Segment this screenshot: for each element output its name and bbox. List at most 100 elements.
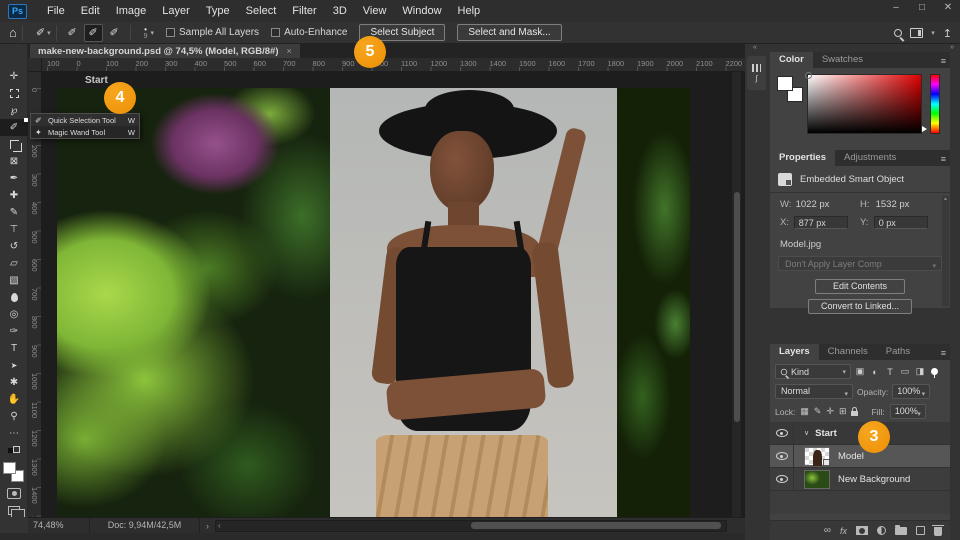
brush-size-picker[interactable]: • 9: [144, 26, 148, 40]
foreground-background-swatches[interactable]: [777, 76, 803, 102]
horizontal-scrollbar-thumb[interactable]: [471, 522, 721, 529]
visibility-toggle[interactable]: [770, 468, 794, 490]
visibility-toggle[interactable]: [770, 445, 794, 467]
lock-transparent-icon[interactable]: ▦: [800, 406, 809, 417]
panel-menu-icon[interactable]: ≡: [941, 348, 945, 358]
menu-3d[interactable]: 3D: [325, 0, 355, 22]
scroll-left-icon[interactable]: ‹: [218, 521, 221, 531]
layer-style-icon[interactable]: fx: [840, 526, 847, 536]
marquee-tool[interactable]: [0, 85, 28, 102]
delete-layer-icon[interactable]: [934, 527, 942, 536]
lock-position-icon[interactable]: ✛: [826, 406, 834, 417]
filter-shape-icon[interactable]: ▭: [899, 366, 911, 377]
collapsed-panel-dock[interactable]: ʃ: [747, 56, 766, 90]
move-tool[interactable]: ✛: [0, 68, 28, 85]
fill-field[interactable]: 100% ▾: [890, 404, 926, 419]
menu-item-magic-wand-tool[interactable]: ✦ Magic Wand Tool W: [31, 126, 139, 138]
opacity-field[interactable]: 100% ▾: [892, 384, 930, 399]
quick-mask-mode[interactable]: [0, 485, 28, 502]
new-layer-icon[interactable]: [916, 526, 925, 535]
dodge-tool[interactable]: ◎: [0, 306, 28, 323]
blend-mode-dropdown[interactable]: Normal ▾: [775, 384, 853, 399]
menu-window[interactable]: Window: [394, 0, 449, 22]
menu-help[interactable]: Help: [450, 0, 489, 22]
tab-properties[interactable]: Properties: [770, 150, 835, 166]
eyedropper-tool[interactable]: ✒: [0, 170, 28, 187]
tab-layers[interactable]: Layers: [770, 344, 819, 360]
horizontal-scrollbar[interactable]: ‹: [215, 520, 727, 532]
clone-stamp-tool[interactable]: ⊤: [0, 221, 28, 238]
canvas-viewport[interactable]: Start: [42, 72, 745, 517]
subtract-selection-mode-button[interactable]: ✐: [105, 24, 124, 42]
x-position-field[interactable]: 877 px: [794, 216, 848, 229]
menu-edit[interactable]: Edit: [73, 0, 108, 22]
layer-comp-dropdown[interactable]: Don't Apply Layer Comp ▾: [778, 256, 942, 271]
filter-pin-icon[interactable]: [931, 368, 938, 375]
share-icon[interactable]: ↥: [943, 27, 952, 40]
select-and-mask-button[interactable]: Select and Mask...: [457, 24, 561, 41]
artboard-label[interactable]: Start: [85, 75, 108, 86]
layer-thumbnail[interactable]: [804, 447, 830, 466]
lock-all-icon[interactable]: [851, 411, 858, 416]
horizontal-ruler[interactable]: 1000100200300400500600700800900100011001…: [42, 58, 745, 72]
sample-all-layers-checkbox[interactable]: Sample All Layers: [166, 27, 259, 38]
menu-type[interactable]: Type: [198, 0, 238, 22]
lock-pixels-icon[interactable]: ✎: [814, 406, 822, 417]
panel-scrollbar[interactable]: [942, 196, 949, 306]
search-icon[interactable]: [894, 29, 902, 37]
home-icon[interactable]: ⌂: [9, 25, 17, 40]
shape-tool[interactable]: ✱: [0, 374, 28, 391]
menu-file[interactable]: File: [39, 0, 73, 22]
menu-layer[interactable]: Layer: [154, 0, 198, 22]
visibility-toggle[interactable]: [770, 422, 794, 444]
minimize-button[interactable]: –: [890, 0, 902, 16]
type-tool[interactable]: T: [0, 340, 28, 357]
adjustment-layer-icon[interactable]: [877, 526, 886, 535]
new-group-icon[interactable]: [895, 527, 907, 535]
document-tab[interactable]: make-new-background.psd @ 74,5% (Model, …: [30, 44, 300, 58]
edit-contents-button[interactable]: Edit Contents: [815, 279, 905, 294]
hand-tool[interactable]: ✋: [0, 391, 28, 408]
pen-tool[interactable]: ✑: [0, 323, 28, 340]
layer-row-model[interactable]: Model: [770, 445, 950, 468]
tab-color[interactable]: Color: [770, 52, 813, 68]
crop-tool[interactable]: [0, 136, 28, 153]
close-tab-icon[interactable]: ×: [286, 46, 291, 56]
document-size[interactable]: Doc: 9,94M/42,5M: [90, 518, 200, 533]
frame-tool[interactable]: ⊠: [0, 153, 28, 170]
menu-item-quick-selection-tool[interactable]: ✐ Quick Selection Tool W: [31, 114, 139, 126]
add-to-selection-mode-button[interactable]: ✐: [84, 24, 103, 42]
zoom-tool[interactable]: ⚲: [0, 408, 28, 425]
zoom-level[interactable]: 74,48%: [28, 518, 90, 533]
layer-thumbnail[interactable]: [804, 470, 830, 489]
menu-select[interactable]: Select: [238, 0, 285, 22]
link-layers-icon[interactable]: ∞: [824, 525, 831, 536]
tab-swatches[interactable]: Swatches: [813, 52, 872, 68]
tab-channels[interactable]: Channels: [819, 344, 877, 360]
lasso-tool[interactable]: ℘: [0, 102, 28, 119]
tab-adjustments[interactable]: Adjustments: [835, 150, 905, 166]
tab-paths[interactable]: Paths: [877, 344, 919, 360]
menu-view[interactable]: View: [355, 0, 395, 22]
panel-menu-icon[interactable]: ≡: [941, 154, 945, 164]
auto-enhance-checkbox[interactable]: Auto-Enhance: [271, 27, 347, 38]
history-brush-tool[interactable]: ↺: [0, 238, 28, 255]
color-field[interactable]: [807, 74, 922, 134]
chevron-down-icon[interactable]: ▾: [931, 29, 935, 37]
layer-row-new-background[interactable]: New Background: [770, 468, 950, 491]
tool-preset-picker[interactable]: ✐ ▾: [36, 26, 51, 39]
blur-tool[interactable]: [0, 289, 28, 306]
filter-smart-object-icon[interactable]: ◨: [914, 366, 926, 377]
healing-brush-tool[interactable]: ✚: [0, 187, 28, 204]
gradient-tool[interactable]: ▧: [0, 272, 28, 289]
collapse-panels-icon[interactable]: «: [753, 44, 757, 51]
convert-to-linked-button[interactable]: Convert to Linked...: [808, 299, 912, 314]
artboard[interactable]: [57, 88, 690, 517]
lock-artboard-icon[interactable]: ⊞: [839, 406, 847, 417]
workspace-icon[interactable]: [910, 28, 923, 38]
vertical-scrollbar[interactable]: [731, 72, 741, 517]
status-chevron-icon[interactable]: ›: [200, 521, 215, 531]
close-button[interactable]: ✕: [942, 0, 954, 16]
filter-type-icon[interactable]: T: [884, 367, 896, 377]
foreground-background-swatches[interactable]: [0, 459, 28, 485]
